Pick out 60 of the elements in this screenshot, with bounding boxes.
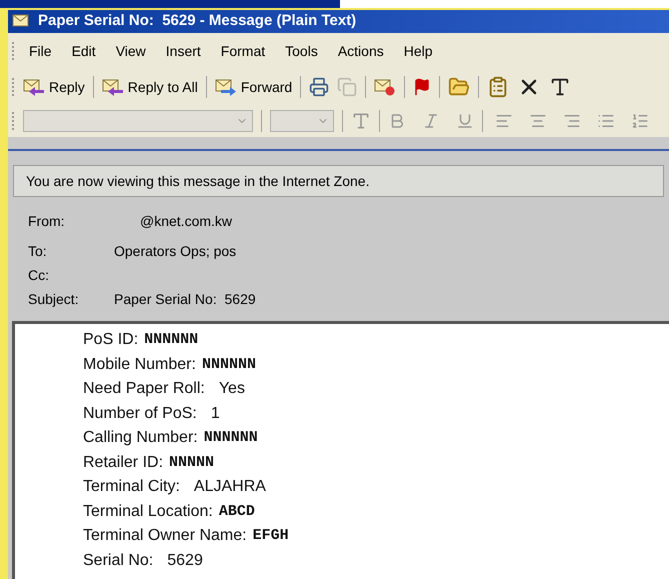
field-value: ABCD <box>218 502 255 522</box>
align-center-icon[interactable] <box>529 112 547 130</box>
header-label: Cc: <box>28 266 50 284</box>
menu-item[interactable]: Actions <box>328 40 394 62</box>
font-color-icon[interactable] <box>351 111 371 131</box>
align-right-icon[interactable] <box>563 112 581 130</box>
field-label: Serial No: <box>83 550 154 571</box>
junk-mail-icon <box>374 78 396 96</box>
copy-icon <box>337 77 358 97</box>
header-label: Subject: <box>28 290 80 309</box>
field-value: NNNNNN <box>204 428 258 448</box>
align-left-icon[interactable] <box>495 112 513 130</box>
header-value: Operators Ops; pos <box>114 242 236 261</box>
info-bar: You are now viewing this message in the Internet Zone. <box>13 165 664 197</box>
field-value: NNNNN <box>169 452 214 472</box>
field-value: 1 <box>210 404 220 424</box>
field-label: Retailer ID: <box>83 452 164 473</box>
header-value: Paper Serial No: 5629 <box>114 290 256 309</box>
reply-button[interactable]: Reply <box>19 74 89 100</box>
italic-icon[interactable] <box>422 112 440 130</box>
clipboard-icon <box>487 76 510 98</box>
menu-item[interactable]: Tools <box>275 40 328 62</box>
numbering-icon[interactable] <box>631 112 649 130</box>
field-value: NNNNNN <box>144 330 198 350</box>
field-label: PoS ID: <box>83 330 138 350</box>
field-label: Terminal City: <box>83 477 180 498</box>
menu-item[interactable]: Help <box>394 40 443 62</box>
header-value: @knet.com.kw <box>140 212 232 230</box>
menu-item[interactable]: Format <box>210 40 276 62</box>
forward-button[interactable]: Forward <box>210 74 296 100</box>
menu-item[interactable]: View <box>106 40 156 62</box>
menu-item[interactable]: Edit <box>62 40 106 62</box>
font-size-dropdown[interactable] <box>270 110 334 132</box>
field-label: Terminal Location: <box>83 502 213 522</box>
font-name-dropdown[interactable] <box>23 110 253 132</box>
reply-all-icon <box>102 78 124 96</box>
field-label: Terminal Owner Name: <box>83 526 247 546</box>
field-value: ALJAHRA <box>194 477 266 498</box>
field-value: EFGH <box>252 526 289 546</box>
underline-icon[interactable] <box>456 112 474 130</box>
menu-item[interactable]: File <box>19 40 62 62</box>
header-label: To: <box>28 242 48 260</box>
field-label: Calling Number: <box>83 428 198 448</box>
font-size-icon <box>549 76 572 98</box>
window-title: Paper Serial No: 5629 - Message (Plain Text) <box>38 11 356 32</box>
field-value: NNNNNN <box>202 354 256 374</box>
reply-all-button[interactable]: Reply to All <box>98 74 202 100</box>
forward-icon <box>214 78 237 96</box>
field-label: Mobile Number: <box>83 354 196 375</box>
header-label: From: <box>28 212 66 230</box>
menu-item[interactable]: Insert <box>156 40 211 62</box>
field-value: 5629 <box>167 550 203 571</box>
reply-icon <box>23 78 45 96</box>
field-label: Number of PoS: <box>83 404 197 424</box>
flag-icon <box>413 78 432 96</box>
field-label: Need Paper Roll: <box>83 379 205 400</box>
print-icon <box>309 77 330 97</box>
bullets-icon[interactable] <box>597 112 615 130</box>
folder-icon <box>448 76 470 98</box>
field-value: Yes <box>218 379 245 400</box>
